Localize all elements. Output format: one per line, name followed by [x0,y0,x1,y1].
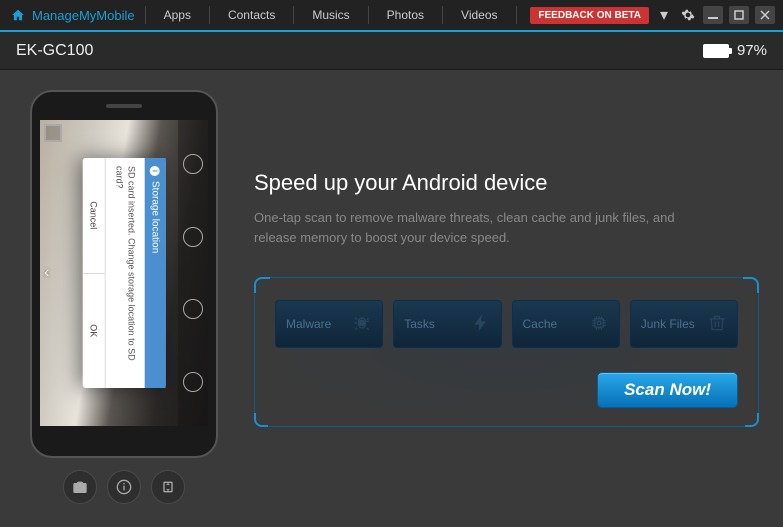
phone-screen[interactable]: ‹ i Storage location SD card inserted. C… [40,120,208,426]
nav-photos[interactable]: Photos [369,8,442,22]
focus-box-icon [44,124,62,142]
screenshot-button[interactable] [63,470,97,504]
nav-contacts[interactable]: Contacts [210,8,293,22]
panel-corner-icon [745,413,759,427]
feedback-button[interactable]: FEEDBACK ON BETA [530,7,649,24]
device-status-bar: EK-GC100 97% [0,32,783,70]
scan-panel: Malware Tasks Cache [254,277,759,427]
separator [516,6,517,24]
nav-apps[interactable]: Apps [146,8,209,22]
tile-junk-files[interactable]: Junk Files [630,300,738,348]
topbar-right-controls: FEEDBACK ON BETA ▾ [530,6,783,24]
tile-cache[interactable]: Cache [512,300,620,348]
camera-icon [72,479,88,495]
gear-icon[interactable] [679,6,697,24]
eject-icon [160,479,176,495]
dropdown-icon[interactable]: ▾ [655,6,673,24]
minimize-button[interactable] [703,6,723,24]
dialog-title: Storage location [150,181,161,253]
home-icon[interactable] [6,0,30,31]
camera-control-icon [183,227,203,247]
tile-label: Junk Files [641,317,695,331]
battery-status: 97% [703,42,767,59]
dialog-cancel-button[interactable]: Cancel [82,158,104,274]
tile-label: Malware [286,317,331,331]
battery-icon [703,44,729,58]
nav-musics[interactable]: Musics [294,8,367,22]
tile-malware[interactable]: Malware [275,300,383,348]
trash-icon [707,313,727,336]
dialog-title-bar: i Storage location [145,158,166,388]
scan-category-tiles: Malware Tasks Cache [275,300,738,348]
maximize-button[interactable] [729,6,749,24]
camera-control-icon [183,372,203,392]
dialog-ok-button[interactable]: OK [82,274,104,389]
scan-button-row: Scan Now! [275,372,738,408]
dialog-body: SD card inserted. Change storage locatio… [105,158,144,388]
info-icon: i [150,166,160,176]
dialog-buttons: Cancel OK [82,158,105,388]
chip-icon [589,313,609,336]
bug-icon [352,313,372,336]
tile-label: Cache [523,317,558,331]
tile-label: Tasks [404,317,435,331]
page-subtext: One-tap scan to remove malware threats, … [254,208,694,247]
nav-videos[interactable]: Videos [443,8,515,22]
close-button[interactable] [755,6,775,24]
info-button[interactable] [107,470,141,504]
phone-action-buttons [63,470,185,504]
content-column: Speed up your Android device One-tap sca… [254,90,759,517]
eject-button[interactable] [151,470,185,504]
camera-control-icon [183,154,203,174]
info-icon [116,479,132,495]
chevron-left-icon: ‹ [44,264,49,282]
panel-corner-icon [254,413,268,427]
phone-speaker [106,104,142,108]
lightning-icon [471,313,491,336]
battery-percent: 97% [737,42,767,59]
scan-now-button[interactable]: Scan Now! [597,372,738,408]
top-menu-bar: ManageMyMobile Apps Contacts Musics Phot… [0,0,783,32]
camera-controls-bar [178,120,208,426]
storage-dialog: i Storage location SD card inserted. Cha… [82,158,165,388]
camera-control-icon [183,299,203,319]
main-area: ‹ i Storage location SD card inserted. C… [0,70,783,527]
phone-frame: ‹ i Storage location SD card inserted. C… [30,90,218,458]
phone-preview-column: ‹ i Storage location SD card inserted. C… [24,90,224,517]
app-title[interactable]: ManageMyMobile [30,8,145,23]
page-headline: Speed up your Android device [254,170,759,196]
tile-tasks[interactable]: Tasks [393,300,501,348]
device-name: EK-GC100 [16,42,93,60]
